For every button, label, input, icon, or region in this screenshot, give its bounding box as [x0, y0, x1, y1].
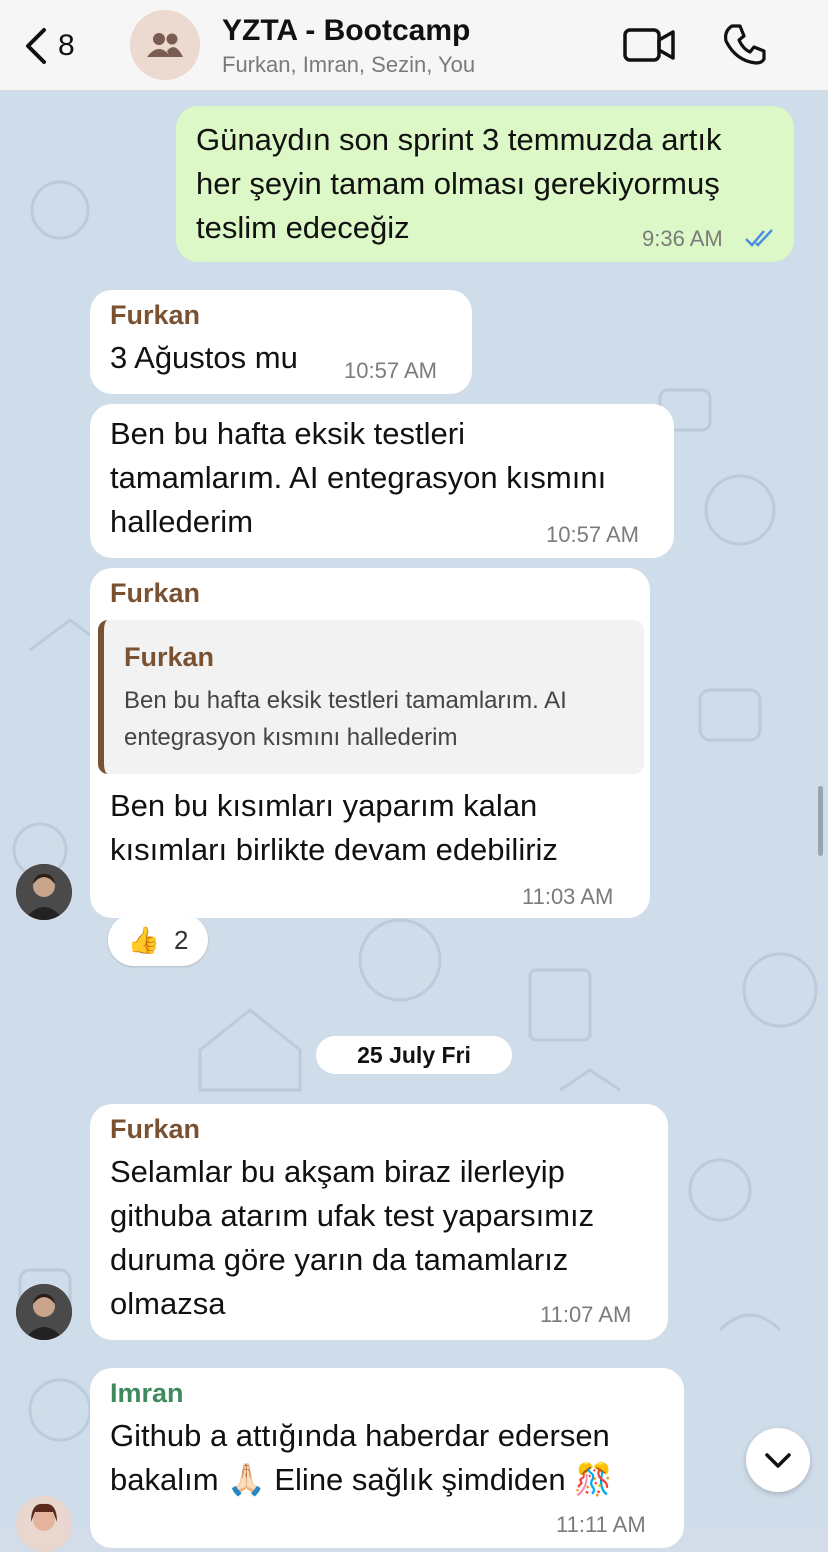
- avatar[interactable]: [16, 864, 72, 920]
- message-time: 10:57 AM: [546, 522, 639, 547]
- user-photo-icon: [16, 864, 72, 920]
- scroll-indicator[interactable]: [818, 786, 823, 856]
- message-time: 10:57 AM: [344, 358, 437, 383]
- message-time: 9:36 AM: [642, 226, 723, 251]
- incoming-message[interactable]: Imran Github a attığında haberdar ederse…: [90, 1368, 684, 1548]
- incoming-message[interactable]: Furkan Selamlar bu akşam biraz ilerleyip…: [90, 1104, 668, 1340]
- incoming-message[interactable]: Furkan Furkan Ben bu hafta eksik testler…: [90, 568, 650, 918]
- incoming-message[interactable]: Furkan 3 Ağustos mu 10:57 AM: [90, 290, 472, 394]
- message-text: 3 Ağustos mu: [110, 340, 298, 375]
- video-call-button[interactable]: [622, 22, 676, 73]
- date-separator: 25 July Fri: [316, 1036, 512, 1074]
- message-text: Github a attığında haberdar edersen baka…: [110, 1418, 613, 1497]
- sender-name[interactable]: Furkan: [110, 1114, 200, 1145]
- incoming-message[interactable]: Ben bu hafta eksik testleri tamamlarım. …: [90, 404, 674, 558]
- reaction-badge[interactable]: 👍 2: [108, 914, 208, 966]
- reaction-count: 2: [173, 924, 189, 955]
- chevron-down-icon: [765, 1453, 791, 1468]
- thumbs-up-icon: 👍: [127, 924, 160, 955]
- outgoing-message[interactable]: Günaydın son sprint 3 temmuzda artık her…: [176, 106, 794, 262]
- unread-count: 8: [58, 29, 75, 62]
- chevron-left-icon: [26, 28, 46, 64]
- sender-name[interactable]: Imran: [110, 1378, 184, 1409]
- avatar[interactable]: [16, 1496, 72, 1552]
- quoted-sender: Furkan: [124, 642, 215, 672]
- quoted-message[interactable]: Furkan Ben bu hafta eksik testleri tamam…: [98, 620, 644, 774]
- message-text: Selamlar bu akşam biraz ilerleyip github…: [110, 1154, 595, 1321]
- user-photo-icon: [16, 1284, 72, 1340]
- message-time: 11:11 AM: [556, 1512, 646, 1537]
- back-button[interactable]: 8: [22, 22, 82, 70]
- phone-icon: [724, 24, 766, 65]
- sender-name[interactable]: Furkan: [110, 578, 200, 609]
- scroll-to-bottom-button[interactable]: [746, 1428, 810, 1492]
- voice-call-button[interactable]: [722, 22, 768, 73]
- chat-members: Furkan, Imran, Sezin, You: [222, 52, 476, 77]
- user-photo-icon: [16, 1496, 72, 1552]
- video-call-icon: [623, 28, 675, 62]
- message-text: Ben bu hafta eksik testleri tamamlarım. …: [110, 416, 607, 539]
- message-time: 11:03 AM: [522, 884, 614, 909]
- chat-title[interactable]: YZTA - Bootcamp: [222, 14, 470, 48]
- group-icon: [147, 33, 183, 57]
- sender-name[interactable]: Furkan: [110, 300, 200, 331]
- quoted-text: Ben bu hafta eksik testleri tamamlarım. …: [124, 687, 567, 751]
- message-text: Ben bu kısımları yaparım kalan kısımları…: [110, 788, 558, 867]
- chat-header: 8 YZTA - Bootcamp Furkan, Imran, Sezin, …: [0, 0, 828, 91]
- avatar[interactable]: [16, 1284, 72, 1340]
- group-avatar[interactable]: [130, 10, 200, 80]
- message-time: 11:07 AM: [540, 1302, 632, 1327]
- read-ticks-icon: [745, 229, 773, 247]
